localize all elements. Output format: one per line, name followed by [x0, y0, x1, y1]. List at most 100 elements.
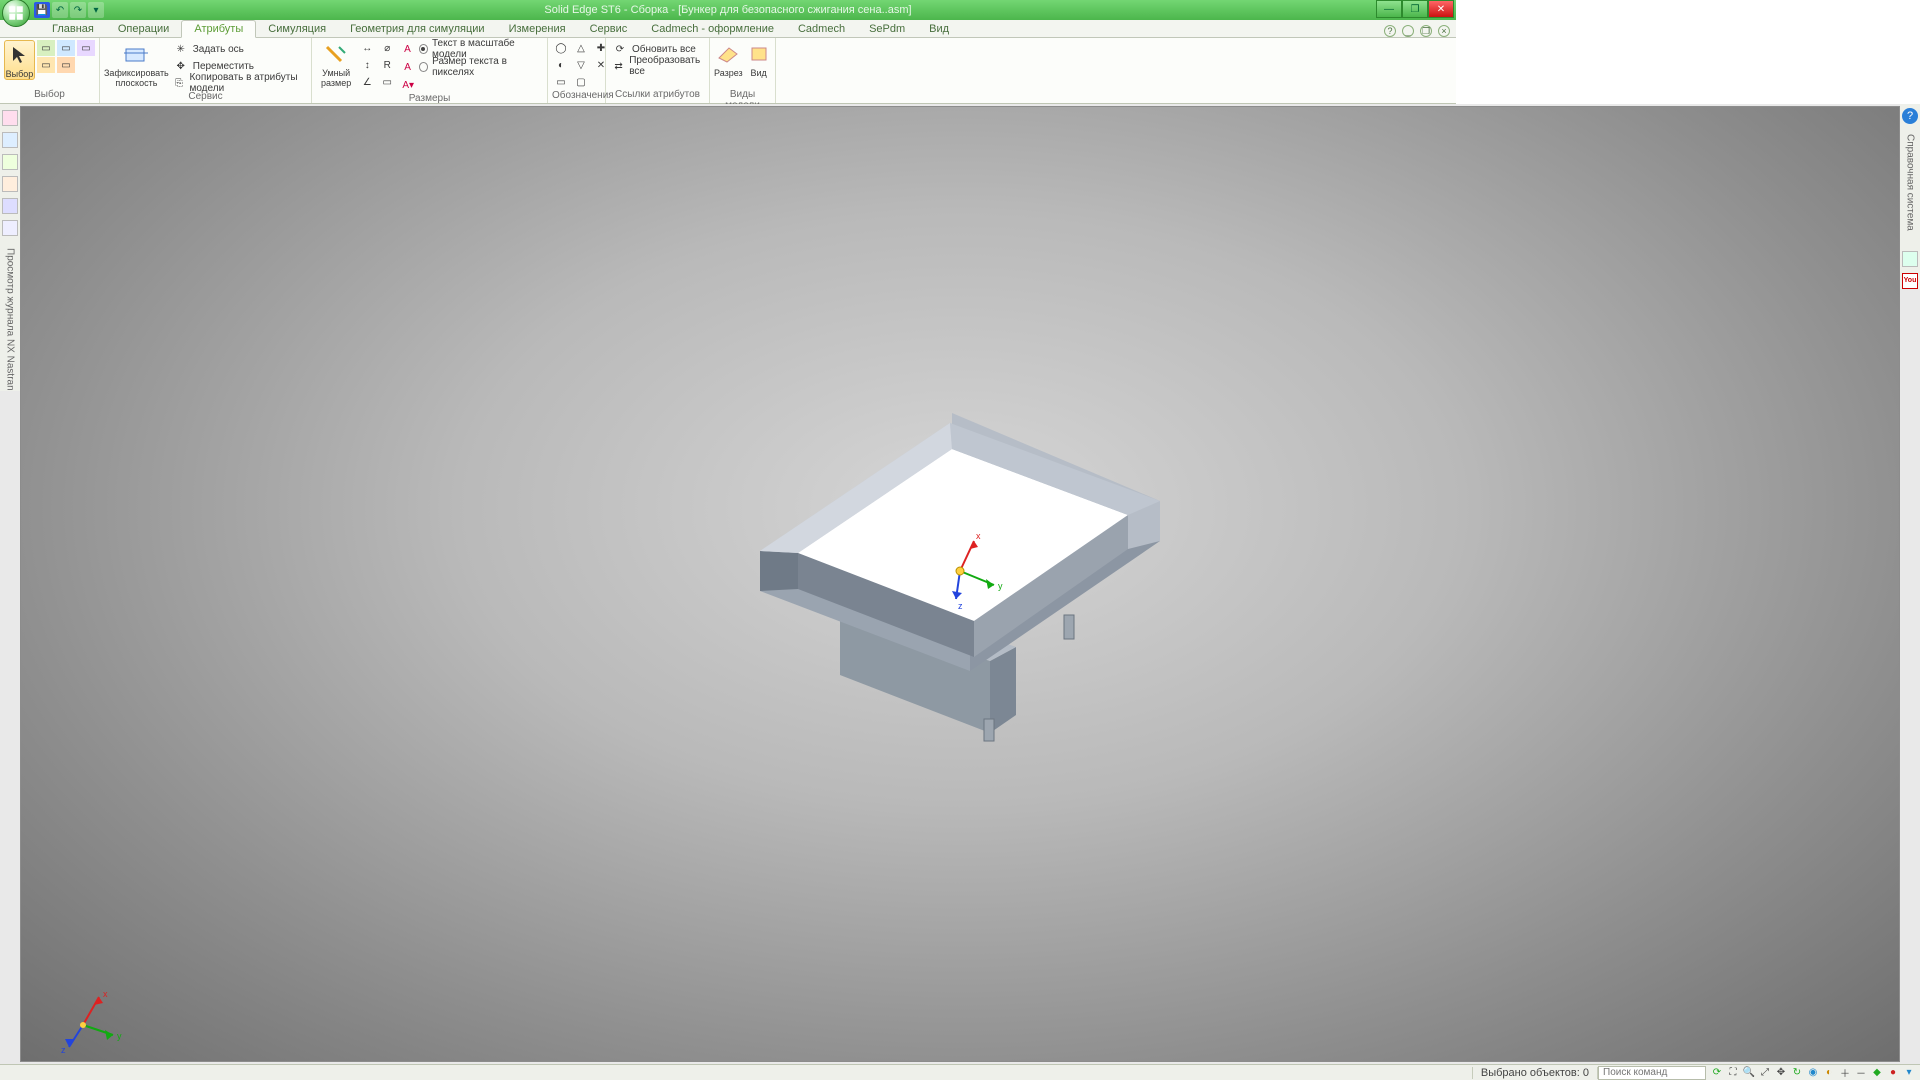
annot-2-icon[interactable]: ◐ [552, 57, 570, 73]
status-zoomout-icon[interactable]: － [1854, 1066, 1868, 1080]
undo-icon[interactable]: ↶ [52, 2, 68, 18]
convert-icon: ⇄ [612, 58, 625, 74]
left-tool-5-icon[interactable] [2, 198, 18, 214]
maximize-button[interactable]: ❐ [1402, 0, 1428, 18]
status-rotate-icon[interactable]: ↻ [1790, 1066, 1804, 1080]
tab-attributes[interactable]: Атрибуты [181, 20, 256, 38]
orientation-triad[interactable]: x y z [55, 983, 125, 1053]
right-tool-1-icon[interactable] [1902, 251, 1918, 267]
fix-plane-button[interactable]: Зафиксировать плоскость [104, 40, 169, 88]
left-tool-1-icon[interactable] [2, 110, 18, 126]
tab-sepdm[interactable]: SePdm [857, 21, 917, 37]
dim-tool-3-icon[interactable]: ∠ [358, 74, 376, 90]
annot-1-icon[interactable]: ◯ [552, 40, 570, 56]
workspace: Просмотр журнала NX Nastran [0, 104, 1920, 1064]
tab-cadmech[interactable]: Cadmech [786, 21, 857, 37]
tab-cadmech-style[interactable]: Cadmech - оформление [639, 21, 786, 37]
close-button[interactable]: ✕ [1428, 0, 1454, 18]
select-filter-5-icon[interactable]: ▭ [77, 40, 95, 56]
left-tool-3-icon[interactable] [2, 154, 18, 170]
tab-simulation[interactable]: Симуляция [256, 21, 338, 37]
left-tool-2-icon[interactable] [2, 132, 18, 148]
redo-icon[interactable]: ↷ [70, 2, 86, 18]
left-tool-4-icon[interactable] [2, 176, 18, 192]
view-label: Вид [751, 68, 767, 78]
status-lookat-icon[interactable]: ◉ [1806, 1066, 1820, 1080]
selection-count: Выбрано объектов: 0 [1472, 1067, 1598, 1079]
axis-icon: ✳ [173, 41, 189, 57]
section-button[interactable]: Разрез [714, 40, 743, 78]
status-zoom-icon[interactable]: ⤢ [1758, 1066, 1772, 1080]
select-filter-4-icon[interactable]: ▭ [57, 57, 75, 73]
move-icon: ✥ [173, 58, 189, 74]
window-title: Solid Edge ST6 - Сборка - [Бункер для бе… [544, 4, 911, 16]
minimize-button[interactable]: — [1376, 0, 1402, 18]
dim-tool-5-icon[interactable]: R [378, 57, 396, 73]
status-view2-icon[interactable]: ● [1886, 1066, 1900, 1080]
fix-plane-label: Зафиксировать плоскость [104, 68, 169, 88]
right-panel-title[interactable]: Справочная система [1905, 134, 1916, 231]
ribbon-tabstrip: Главная Операции Атрибуты Симуляция Геом… [0, 20, 1456, 38]
select-filter-3-icon[interactable]: ▭ [57, 40, 75, 56]
help-icon[interactable]: ? [1384, 25, 1396, 37]
tab-sim-geometry[interactable]: Геометрия для симуляции [338, 21, 497, 37]
copy-attrs-button[interactable]: ⎘Копировать в атрибуты модели [171, 75, 307, 91]
select-filter-1-icon[interactable]: ▭ [37, 40, 55, 56]
tab-view[interactable]: Вид [917, 21, 961, 37]
dim-tool-4-icon[interactable]: ⌀ [378, 40, 396, 56]
tab-operations[interactable]: Операции [106, 21, 181, 37]
text-pixel-size-radio[interactable]: AРазмер текста в пикселях [398, 59, 543, 75]
text-model-scale-radio[interactable]: AТекст в масштабе модели [398, 41, 543, 57]
quick-access-toolbar: 💾 ↶ ↷ ▾ [34, 2, 104, 18]
group-label-dims: Размеры [316, 93, 543, 104]
status-pan-icon[interactable]: ✥ [1774, 1066, 1788, 1080]
convert-all-button[interactable]: ⇄Преобразовать все [610, 58, 705, 74]
app-menu-orb[interactable] [2, 0, 30, 27]
mdi-restore-icon[interactable]: ❐ [1420, 25, 1432, 37]
set-axis-button[interactable]: ✳Задать ось [171, 41, 307, 57]
smart-dimension-button[interactable]: Умный размер [316, 40, 356, 88]
left-toolbar: Просмотр журнала NX Nastran [0, 104, 20, 391]
tab-home[interactable]: Главная [40, 21, 106, 37]
annot-5-icon[interactable]: ▽ [572, 57, 590, 73]
mdi-minimize-icon[interactable]: _ [1402, 25, 1414, 37]
select-button[interactable]: Выбор [4, 40, 35, 80]
help-panel-icon[interactable]: ? [1902, 108, 1918, 124]
text-size-dropdown[interactable]: A▾ [398, 77, 543, 93]
status-fit-icon[interactable]: ⛶ [1726, 1066, 1740, 1080]
status-view3-icon[interactable]: ▾ [1902, 1066, 1916, 1080]
svg-text:x: x [103, 989, 108, 999]
annot-6-icon[interactable]: ▢ [572, 74, 590, 90]
group-label-annot: Обозначения [552, 90, 601, 103]
status-sync-icon[interactable]: ⟳ [1710, 1066, 1724, 1080]
left-panel-title[interactable]: Просмотр журнала NX Nastran [5, 248, 16, 391]
tab-measure[interactable]: Измерения [497, 21, 578, 37]
status-bar: Выбрано объектов: 0 ⟳ ⛶ 🔍 ⤢ ✥ ↻ ◉ ◐ ＋ － … [0, 1064, 1920, 1080]
status-view1-icon[interactable]: ◆ [1870, 1066, 1884, 1080]
title-bar: 💾 ↶ ↷ ▾ Solid Edge ST6 - Сборка - [Бунке… [0, 0, 1456, 20]
select-label: Выбор [6, 69, 34, 79]
smart-dim-label: Умный размер [316, 68, 356, 88]
mdi-close-icon[interactable]: × [1438, 25, 1450, 37]
annot-3-icon[interactable]: ▭ [552, 74, 570, 90]
annot-4-icon[interactable]: △ [572, 40, 590, 56]
dim-tool-1-icon[interactable]: ↔ [358, 40, 376, 56]
3d-viewport[interactable]: x y z x y z [20, 106, 1900, 1062]
status-zoomarea-icon[interactable]: 🔍 [1742, 1066, 1756, 1080]
tab-service[interactable]: Сервис [578, 21, 640, 37]
status-zoomin-icon[interactable]: ＋ [1838, 1066, 1852, 1080]
save-icon[interactable]: 💾 [34, 2, 50, 18]
select-filter-2-icon[interactable]: ▭ [37, 57, 55, 73]
dim-tool-2-icon[interactable]: ↕ [358, 57, 376, 73]
group-label-service: Сервис [104, 91, 307, 103]
left-tool-6-icon[interactable] [2, 220, 18, 236]
status-shaded-icon[interactable]: ◐ [1822, 1066, 1836, 1080]
view-button[interactable]: Вид [745, 40, 773, 78]
radio-on-icon [419, 44, 428, 54]
youtube-icon[interactable]: You [1902, 273, 1918, 289]
qat-dropdown-icon[interactable]: ▾ [88, 2, 104, 18]
dim-tool-6-icon[interactable]: ▭ [378, 74, 396, 90]
svg-text:z: z [61, 1045, 66, 1053]
command-search-input[interactable] [1598, 1066, 1706, 1080]
refresh-icon: ⟳ [612, 41, 628, 57]
